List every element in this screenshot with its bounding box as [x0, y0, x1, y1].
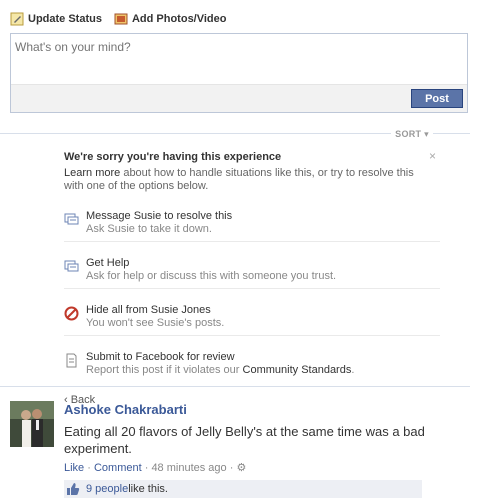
- composer-bar: Post: [11, 84, 467, 112]
- likes-text: like this.: [128, 483, 168, 495]
- post-button[interactable]: Post: [411, 89, 463, 108]
- block-icon: [64, 306, 79, 321]
- sort-dropdown[interactable]: SORT ▾: [391, 129, 433, 140]
- likes-bar: 9 people like this.: [64, 480, 422, 498]
- likes-count-link[interactable]: 9 people: [86, 483, 128, 495]
- option-sub-text: Report this post if it violates our: [86, 364, 243, 376]
- author-name[interactable]: Ashoke Chakrabarti: [64, 402, 187, 417]
- help-chat-icon: [64, 260, 79, 272]
- option-sub-end: .: [351, 364, 355, 376]
- option-submit-review[interactable]: Submit to Facebook for review Report thi…: [64, 342, 440, 382]
- feedback-title: We're sorry you're having this experienc…: [64, 151, 282, 163]
- story-body: Ashoke Chakrabarti Eating all 20 flavors…: [64, 401, 469, 498]
- feedback-description: Learn more about how to handle situation…: [64, 167, 414, 193]
- timestamp[interactable]: 48 minutes ago: [151, 462, 226, 474]
- option-label: Message Susie to resolve this: [86, 210, 233, 222]
- option-label: Get Help: [86, 257, 130, 269]
- composer-tabs: Update Status Add Photos/Video: [10, 10, 239, 28]
- story-actions: Like · Comment · 48 minutes ago · ⚙: [64, 461, 469, 474]
- add-photos-label: Add Photos/Video: [131, 13, 227, 25]
- actions-separator: ·: [141, 462, 152, 474]
- option-hide-all[interactable]: Hide all from Susie Jones You won't see …: [64, 295, 440, 336]
- update-status-label: Update Status: [28, 13, 102, 25]
- status-input[interactable]: [11, 34, 467, 86]
- option-get-help[interactable]: Get Help Ask for help or discuss this wi…: [64, 248, 440, 289]
- option-message-susie[interactable]: Message Susie to resolve this Ask Susie …: [64, 201, 440, 242]
- message-icon: [64, 213, 79, 225]
- sort-label: SORT: [395, 129, 422, 139]
- comment-link[interactable]: Comment: [94, 462, 142, 474]
- community-standards-link[interactable]: Community Standards: [243, 364, 352, 376]
- option-sub: You won't see Susie's posts.: [86, 317, 225, 329]
- option-sub: Report this post if it violates our Comm…: [86, 364, 354, 377]
- composer-box: Post: [10, 33, 468, 113]
- feedback-panel: We're sorry you're having this experienc…: [64, 149, 440, 406]
- status-pencil-icon: [10, 12, 24, 26]
- option-label: Hide all from Susie Jones: [86, 304, 211, 316]
- avatar[interactable]: [10, 401, 54, 447]
- avatar-photo: [10, 401, 54, 447]
- photo-icon: [114, 13, 128, 25]
- option-sub: Ask Susie to take it down.: [86, 223, 212, 235]
- actions-separator: ·: [226, 462, 237, 474]
- close-icon[interactable]: ×: [429, 149, 436, 163]
- learn-more-link[interactable]: Learn more: [64, 167, 120, 179]
- thumbs-up-icon: [67, 483, 80, 495]
- option-sub: Ask for help or discuss this with someon…: [86, 270, 337, 282]
- report-document-icon: [66, 353, 77, 368]
- actions-separator: ·: [84, 462, 94, 474]
- like-link[interactable]: Like: [64, 462, 84, 474]
- story-message: Eating all 20 flavors of Jelly Belly's a…: [64, 424, 425, 456]
- add-photos-tab[interactable]: Add Photos/Video: [114, 12, 227, 26]
- gear-icon[interactable]: ⚙: [236, 462, 246, 474]
- story-divider: [0, 386, 470, 387]
- update-status-tab[interactable]: Update Status: [10, 12, 102, 26]
- sort-chevron-icon: ▾: [424, 129, 429, 139]
- option-label: Submit to Facebook for review: [86, 351, 235, 363]
